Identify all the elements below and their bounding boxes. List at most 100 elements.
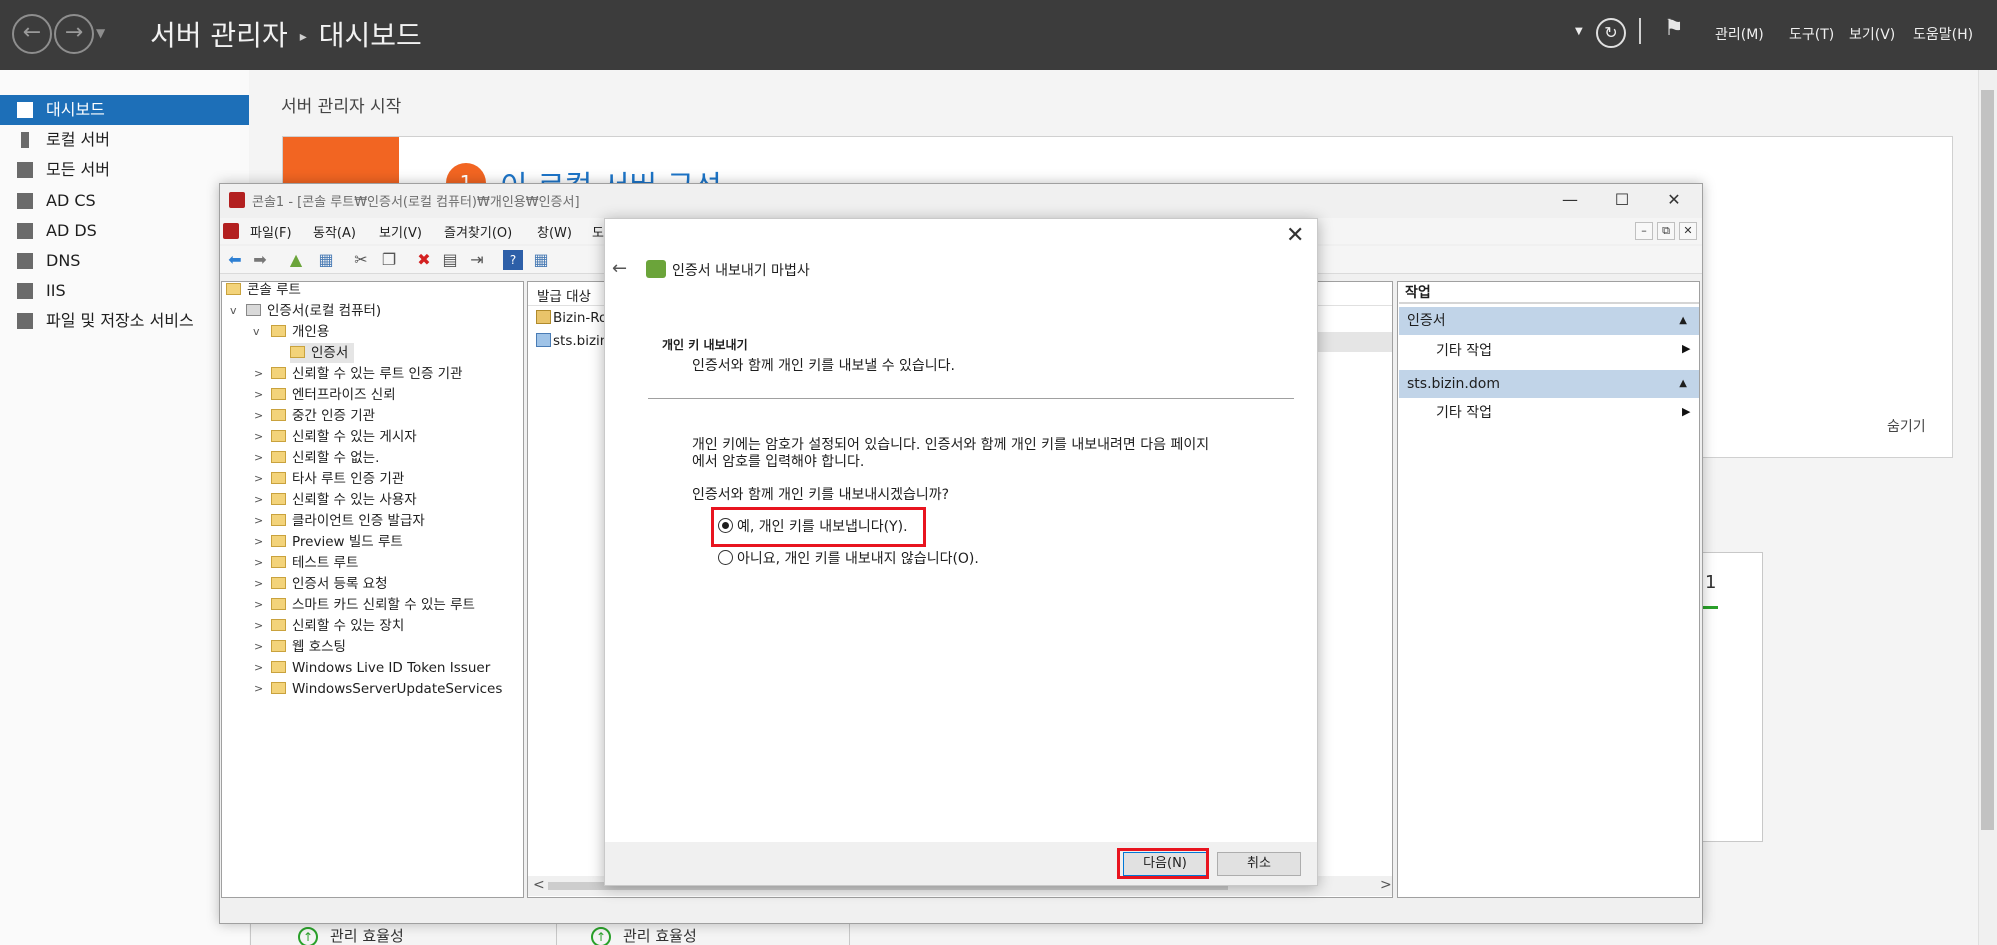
scroll-left-icon[interactable]: < [533, 877, 545, 893]
tree-item-folder[interactable]: 테스트 루트 [271, 553, 358, 573]
collapsed-chevron-icon[interactable]: > [254, 430, 263, 443]
tree-item-folder[interactable]: 신뢰할 수 있는 사용자 [271, 490, 417, 510]
tree-item-folder[interactable]: 클라이언트 인증 발급자 [271, 511, 425, 531]
tree-item-console-root[interactable]: 콘솔 루트 [226, 280, 301, 300]
scroll-right-icon[interactable]: > [1380, 877, 1392, 893]
action-more-actions[interactable]: 기타 작업 [1436, 402, 1492, 422]
menu-help-partial[interactable]: 도 [592, 222, 604, 241]
tree-item-folder[interactable]: 타사 루트 인증 기관 [271, 469, 404, 489]
collapsed-chevron-icon[interactable]: > [254, 514, 263, 527]
manageability-status[interactable]: ↑ 관리 효율성 [298, 925, 404, 945]
sidebar-item-dashboard[interactable]: 대시보드 [0, 95, 249, 125]
collapsed-chevron-icon[interactable]: > [254, 409, 263, 422]
collapsed-chevron-icon[interactable]: > [254, 577, 263, 590]
tree-item-folder[interactable]: 신뢰할 수 있는 장치 [271, 616, 404, 636]
export-icon[interactable]: ⇥ [467, 250, 487, 270]
wizard-title: 인증서 내보내기 마법사 [672, 263, 810, 279]
menu-manage[interactable]: 관리(M) [1715, 24, 1764, 44]
sidebar-item-dns[interactable]: DNS [0, 246, 249, 276]
cut-icon[interactable]: ✂ [351, 250, 371, 270]
tree-item-certificates-local-computer[interactable]: 인증서(로컬 컴퓨터) [246, 301, 381, 321]
manageability-status[interactable]: ↑ 관리 효율성 [591, 925, 697, 945]
tree-item-folder[interactable]: Windows Live ID Token Issuer [271, 658, 490, 678]
expanded-chevron-icon[interactable]: v [230, 304, 237, 317]
sidebar-item-label: 파일 및 저장소 서비스 [46, 311, 194, 330]
copy-icon[interactable]: ❐ [379, 250, 399, 270]
radio-export-private-key-no[interactable]: 아니요, 개인 키를 내보내지 않습니다(O). [718, 548, 979, 570]
collapsed-chevron-icon[interactable]: > [254, 535, 263, 548]
collapsed-chevron-icon[interactable]: > [254, 640, 263, 653]
close-icon[interactable]: ✕ [1651, 186, 1697, 214]
collapsed-chevron-icon[interactable]: > [254, 388, 263, 401]
menu-favorites[interactable]: 즐겨찾기(O) [444, 222, 512, 241]
sidebar-item-all-servers[interactable]: 모든 서버 [0, 155, 249, 185]
collapsed-chevron-icon[interactable]: > [254, 367, 263, 380]
minimize-icon[interactable]: — [1547, 186, 1593, 214]
back-arrow-icon[interactable]: ⬅ [225, 250, 245, 270]
help-icon[interactable]: ? [503, 250, 523, 270]
cancel-button[interactable]: 취소 [1217, 852, 1301, 876]
hide-link[interactable]: 숨기기 [1887, 416, 1926, 436]
properties-icon[interactable]: ▤ [440, 250, 460, 270]
sidebar-item-adcs[interactable]: AD CS [0, 186, 249, 216]
tree-item-personal[interactable]: 개인용 [271, 322, 329, 342]
collapsed-chevron-icon[interactable]: > [254, 493, 263, 506]
sidebar-item-file-storage[interactable]: 파일 및 저장소 서비스 [0, 306, 249, 336]
tree-item-folder[interactable]: 인증서 등록 요청 [271, 574, 388, 594]
menu-help[interactable]: 도움말(H) [1913, 24, 1973, 44]
back-arrow-icon[interactable]: ← [612, 258, 627, 279]
action-pane-icon[interactable]: ▦ [531, 250, 551, 270]
tree-item-folder[interactable]: WindowsServerUpdateServices [271, 679, 502, 699]
collapsed-chevron-icon[interactable]: > [254, 556, 263, 569]
scrollbar-thumb[interactable] [1981, 90, 1994, 830]
console-tree-icon[interactable]: ▦ [316, 250, 336, 270]
inner-close-icon[interactable]: ✕ [1679, 222, 1697, 240]
menu-window[interactable]: 창(W) [537, 222, 572, 241]
table-row[interactable]: sts.bizin [536, 333, 608, 349]
action-group-sts-bizin-dom[interactable]: sts.bizin.dom ▲ [1399, 370, 1699, 398]
collapsed-chevron-icon[interactable]: > [254, 451, 263, 464]
menu-action[interactable]: 동작(A) [313, 222, 356, 241]
inner-minimize-icon[interactable]: – [1635, 222, 1653, 240]
notifications-flag-icon[interactable]: ⚑ [1664, 16, 1684, 41]
back-icon[interactable]: ← [12, 14, 52, 54]
dropdown-icon[interactable]: ▼ [1575, 26, 1583, 37]
refresh-icon[interactable]: ↻ [1596, 18, 1626, 48]
mmc-system-menu-icon[interactable] [223, 223, 239, 239]
menu-tools[interactable]: 도구(T) [1789, 24, 1834, 44]
table-row[interactable]: Bizin-Ro [536, 310, 607, 326]
inner-restore-icon[interactable]: ⧉ [1657, 222, 1675, 240]
collapsed-chevron-icon[interactable]: > [254, 682, 263, 695]
forward-arrow-icon[interactable]: ➡ [250, 250, 270, 270]
collapsed-chevron-icon[interactable]: > [254, 598, 263, 611]
collapsed-chevron-icon[interactable]: > [254, 619, 263, 632]
sidebar-item-adds[interactable]: AD DS [0, 216, 249, 246]
history-dropdown-icon[interactable]: ▼ [96, 26, 105, 40]
tree-item-folder[interactable]: 중간 인증 기관 [271, 406, 375, 426]
menu-view[interactable]: 보기(V) [379, 222, 422, 241]
collapsed-chevron-icon[interactable]: > [254, 472, 263, 485]
tree-item-folder[interactable]: 웹 호스팅 [271, 637, 346, 657]
tree-item-folder[interactable]: 신뢰할 수 있는 게시자 [271, 427, 417, 447]
delete-icon[interactable]: ✖ [414, 250, 434, 270]
forward-icon[interactable]: → [54, 14, 94, 54]
tree-item-folder[interactable]: 신뢰할 수 없는. [271, 448, 379, 468]
tree-item-folder[interactable]: Preview 빌드 루트 [271, 532, 403, 552]
tree-item-certificates[interactable]: 인증서 [290, 343, 355, 363]
sidebar-item-iis[interactable]: IIS [0, 276, 249, 306]
close-icon[interactable]: ✕ [1286, 223, 1304, 248]
collapsed-chevron-icon[interactable]: > [254, 661, 263, 674]
expanded-chevron-icon[interactable]: v [253, 325, 260, 338]
sidebar-item-local-server[interactable]: 로컬 서버 [0, 125, 249, 155]
tree-item-folder[interactable]: 스마트 카드 신뢰할 수 있는 루트 [271, 595, 475, 615]
menu-file[interactable]: 파일(F) [250, 222, 292, 241]
radio-unselected-icon[interactable] [718, 550, 733, 565]
action-more-actions[interactable]: 기타 작업 [1436, 340, 1492, 360]
maximize-icon[interactable]: ☐ [1599, 186, 1645, 214]
up-folder-icon[interactable]: ▲ [286, 250, 306, 270]
column-header-issued-to[interactable]: 발급 대상 [537, 285, 591, 305]
tree-item-folder[interactable]: 엔터프라이즈 신뢰 [271, 385, 396, 405]
action-group-certificates[interactable]: 인증서 ▲ [1399, 307, 1699, 335]
tree-item-folder[interactable]: 신뢰할 수 있는 루트 인증 기관 [271, 364, 463, 384]
menu-view[interactable]: 보기(V) [1849, 24, 1895, 44]
